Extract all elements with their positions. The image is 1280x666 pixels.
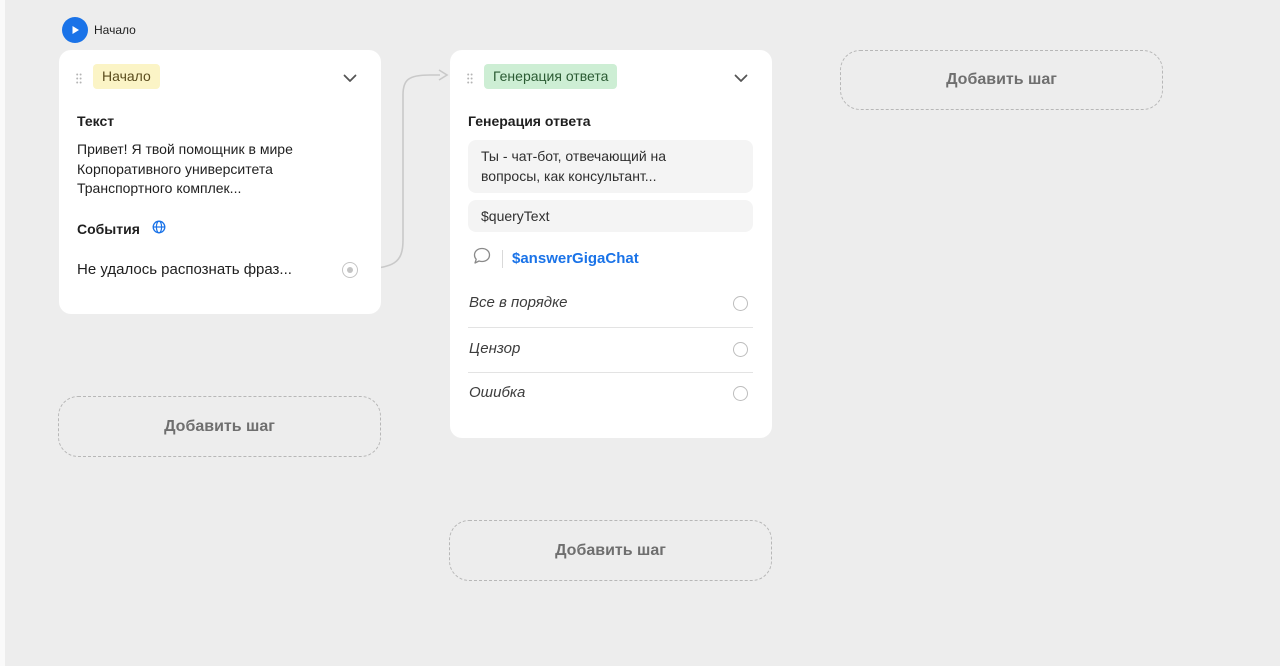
message-text: Привет! Я твой помощник в мире Корпорати… <box>77 140 293 199</box>
add-step-button[interactable]: Добавить шаг <box>58 396 381 457</box>
chevron-down-icon[interactable] <box>734 70 748 88</box>
option-censor[interactable]: Цензор <box>468 327 753 372</box>
option-output-port[interactable] <box>733 386 748 401</box>
answer-variable[interactable]: $answerGigaChat <box>512 250 639 267</box>
option-ok[interactable]: Все в порядке <box>468 282 753 327</box>
event-output-port[interactable] <box>342 262 358 278</box>
text-line: Транспортного комплек... <box>77 180 242 196</box>
chat-bubble-icon <box>472 246 492 271</box>
step-tag: Начало <box>93 64 160 89</box>
add-step-button[interactable]: Добавить шаг <box>840 50 1163 110</box>
card-header: Генерация ответа <box>450 50 772 104</box>
chevron-down-icon[interactable] <box>343 70 357 88</box>
option-output-port[interactable] <box>733 342 748 357</box>
text-line: Привет! Я твой помощник в мире <box>77 141 293 157</box>
step-card-generation[interactable]: Генерация ответа Генерация ответа Ты - ч… <box>450 50 772 438</box>
generation-title: Генерация ответа <box>468 113 591 129</box>
separator <box>502 249 503 268</box>
card-header: Начало <box>59 50 381 104</box>
globe-icon[interactable] <box>152 220 166 237</box>
events-title: События <box>77 220 140 237</box>
add-step-button[interactable]: Добавить шаг <box>449 520 772 581</box>
option-label: Все в порядке <box>469 294 568 311</box>
option-label: Ошибка <box>469 384 526 401</box>
prompt-line: вопросы, как консультант... <box>481 167 657 184</box>
option-output-port[interactable] <box>733 296 748 311</box>
arrow-head-icon <box>438 69 449 81</box>
option-label: Цензор <box>469 340 521 357</box>
event-item[interactable]: Не удалось распознать фраз... <box>77 260 292 280</box>
drag-handle-icon[interactable] <box>76 71 82 89</box>
prompt-line: Ты - чат-бот, отвечающий на <box>481 148 667 164</box>
option-error[interactable]: Ошибка <box>468 372 753 417</box>
events-header: События <box>77 220 166 237</box>
step-tag: Генерация ответа <box>484 64 618 89</box>
step-card-start[interactable]: Начало Текст Привет! Я твой помощник в м… <box>59 50 381 314</box>
answer-variable-row: $answerGigaChat <box>472 246 639 271</box>
query-input[interactable]: $queryText <box>468 200 753 232</box>
prompt-field[interactable]: Ты - чат-бот, отвечающий на вопросы, как… <box>468 140 753 193</box>
drag-handle-icon[interactable] <box>467 71 473 89</box>
text-section-title: Текст <box>77 113 115 129</box>
text-line: Корпоративного университета <box>77 160 273 177</box>
